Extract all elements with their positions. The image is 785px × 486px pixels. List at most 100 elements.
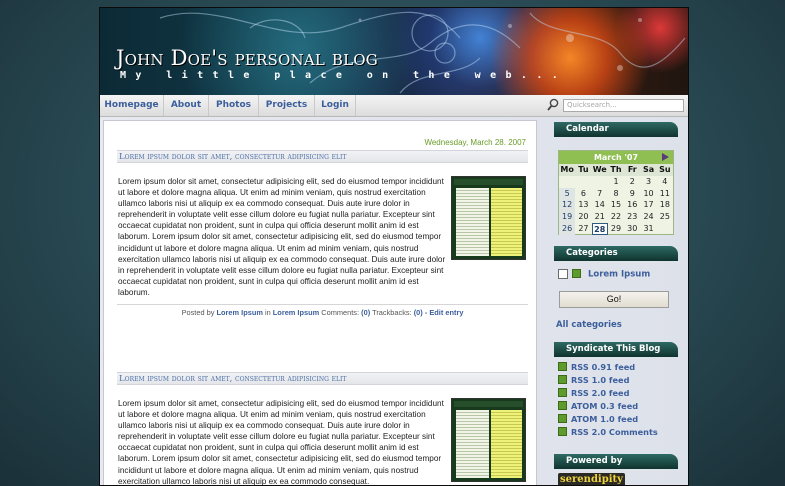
calendar-day[interactable]: 3 xyxy=(640,176,656,188)
category-item[interactable]: Lorem Ipsum xyxy=(558,268,650,281)
calendar-week: 19 20 21 22 23 24 25 xyxy=(559,211,673,223)
go-button[interactable]: Go! xyxy=(559,291,669,308)
calendar-day[interactable]: 11 xyxy=(657,188,673,200)
calendar-week: 26 27 28 29 30 31 xyxy=(559,222,673,235)
header-banner: John Doe's personal blog My little place… xyxy=(100,8,688,95)
posted-by-label: Posted by xyxy=(181,308,215,317)
author-link[interactable]: Lorem Ipsum xyxy=(217,308,263,317)
xml-feed-icon xyxy=(558,414,567,423)
feed-label[interactable]: RSS 2.0 Comments xyxy=(571,427,658,437)
calendar-day[interactable]: 24 xyxy=(640,211,656,223)
feed-rss-20-comments[interactable]: RSS 2.0 Comments xyxy=(558,427,658,438)
calendar-day[interactable]: 30 xyxy=(624,223,640,235)
page-frame: John Doe's personal blog My little place… xyxy=(99,7,689,486)
xml-feed-icon xyxy=(558,388,567,397)
comments-link[interactable]: (0) xyxy=(361,308,370,317)
feed-rss-10[interactable]: RSS 1.0 feed xyxy=(558,375,629,386)
calendar-day[interactable]: 4 xyxy=(657,176,673,188)
calendar-day[interactable]: 1 xyxy=(608,176,624,188)
calendar-day[interactable]: 16 xyxy=(624,199,640,211)
syndicate-heading: Syndicate This Blog xyxy=(554,342,678,357)
calendar-week: 12 13 14 15 16 17 18 xyxy=(559,199,673,212)
calendar-weekday-row: Mo Tu We Th Fr Sa Su xyxy=(559,164,673,176)
entry-body: Lorem ipsum dolor sit amet, consectetur … xyxy=(118,177,446,297)
calendar-day[interactable]: 18 xyxy=(657,199,673,211)
calendar-day[interactable]: 17 xyxy=(640,199,656,211)
calendar-day[interactable]: 6 xyxy=(575,188,591,200)
xml-feed-icon[interactable] xyxy=(571,268,581,278)
powered-by-heading: Powered by xyxy=(554,454,678,469)
category-link[interactable]: Lorem Ipsum xyxy=(273,308,319,317)
blog-title[interactable]: John Doe's personal blog xyxy=(116,46,378,70)
calendar-day[interactable]: 23 xyxy=(624,211,640,223)
trackbacks-label: Trackbacks: xyxy=(372,308,412,317)
nav-projects[interactable]: Projects xyxy=(259,95,315,116)
feed-atom-03[interactable]: ATOM 0.3 feed xyxy=(558,401,638,412)
calendar-day[interactable]: 15 xyxy=(608,199,624,211)
calendar-day xyxy=(575,176,591,188)
feed-label[interactable]: RSS 2.0 feed xyxy=(571,388,629,398)
search-icon xyxy=(547,98,559,111)
nav-photos[interactable]: Photos xyxy=(209,95,259,116)
feed-label[interactable]: ATOM 0.3 feed xyxy=(571,401,638,411)
calendar-heading: Calendar xyxy=(554,122,678,137)
feed-rss-091[interactable]: RSS 0.91 feed xyxy=(558,362,635,373)
entry-title[interactable]: Lorem ipsum dolor sit amet, consectetur … xyxy=(117,150,528,163)
calendar-month: March '07 xyxy=(559,151,673,164)
calendar-day[interactable]: 13 xyxy=(575,199,591,211)
calendar-day[interactable]: 5 xyxy=(559,187,576,200)
calendar-week: 5 6 7 8 9 10 11 xyxy=(559,187,673,200)
nav-homepage[interactable]: Homepage xyxy=(100,95,164,116)
calendar-day[interactable]: 2 xyxy=(624,176,640,188)
calendar-day[interactable]: 28 xyxy=(591,222,608,235)
calendar-day[interactable]: 12 xyxy=(559,199,576,212)
xml-feed-icon xyxy=(558,427,567,436)
calendar-day[interactable]: 26 xyxy=(559,222,576,235)
main-column: Wednesday, March 28. 2007 Lorem ipsum do… xyxy=(103,120,537,485)
entry-image xyxy=(451,398,526,482)
xml-feed-icon xyxy=(558,401,567,410)
serendipity-logo[interactable]: serendipity xyxy=(558,473,625,485)
entry-date: Wednesday, March 28. 2007 xyxy=(424,138,526,147)
calendar-weekday: Su xyxy=(656,164,673,176)
quicksearch-input[interactable]: Quicksearch... xyxy=(563,99,684,112)
feed-atom-10[interactable]: ATOM 1.0 feed xyxy=(558,414,638,425)
calendar-day[interactable]: 19 xyxy=(559,211,576,223)
feed-rss-20[interactable]: RSS 2.0 feed xyxy=(558,388,629,399)
xml-feed-icon xyxy=(558,375,567,384)
feed-label[interactable]: ATOM 1.0 feed xyxy=(571,414,638,424)
blog-tagline: My little place on the web... xyxy=(120,70,568,81)
entry-title[interactable]: Lorem ipsum dolor sit amet, consectetur … xyxy=(117,372,528,385)
calendar-weekday: Th xyxy=(607,164,625,176)
category-checkbox[interactable] xyxy=(558,269,568,279)
feed-label[interactable]: RSS 1.0 feed xyxy=(571,375,629,385)
calendar-day[interactable]: 22 xyxy=(608,211,624,223)
calendar-day[interactable]: 21 xyxy=(592,211,608,223)
calendar-day[interactable]: 27 xyxy=(575,223,591,235)
nav-about[interactable]: About xyxy=(164,95,209,116)
nav-login[interactable]: Login xyxy=(315,95,356,116)
calendar-day[interactable]: 14 xyxy=(592,199,608,211)
feed-label[interactable]: RSS 0.91 feed xyxy=(571,362,635,372)
category-label[interactable]: Lorem Ipsum xyxy=(588,270,650,280)
calendar-day[interactable]: 29 xyxy=(608,223,624,235)
next-month-icon[interactable] xyxy=(662,153,669,161)
calendar-day[interactable]: 9 xyxy=(624,188,640,200)
calendar-day xyxy=(657,223,673,235)
all-categories-link[interactable]: All categories xyxy=(556,320,622,330)
calendar-weekday: Sa xyxy=(640,164,657,176)
calendar-day[interactable]: 31 xyxy=(640,223,656,235)
calendar-day[interactable]: 25 xyxy=(657,211,673,223)
calendar-weekday: Mo xyxy=(559,164,576,176)
calendar-day[interactable]: 8 xyxy=(608,188,624,200)
calendar-weekday: Tu xyxy=(575,164,592,176)
edit-entry-link[interactable]: - Edit entry xyxy=(425,308,464,317)
trackbacks-link[interactable]: (0) xyxy=(414,308,423,317)
calendar-week: 1234 xyxy=(559,176,673,188)
calendar-day[interactable]: 10 xyxy=(640,188,656,200)
in-label: in xyxy=(264,308,271,317)
xml-feed-icon xyxy=(558,362,567,371)
calendar-day[interactable]: 20 xyxy=(575,211,591,223)
calendar-day xyxy=(592,176,608,188)
calendar-day[interactable]: 7 xyxy=(592,188,608,200)
